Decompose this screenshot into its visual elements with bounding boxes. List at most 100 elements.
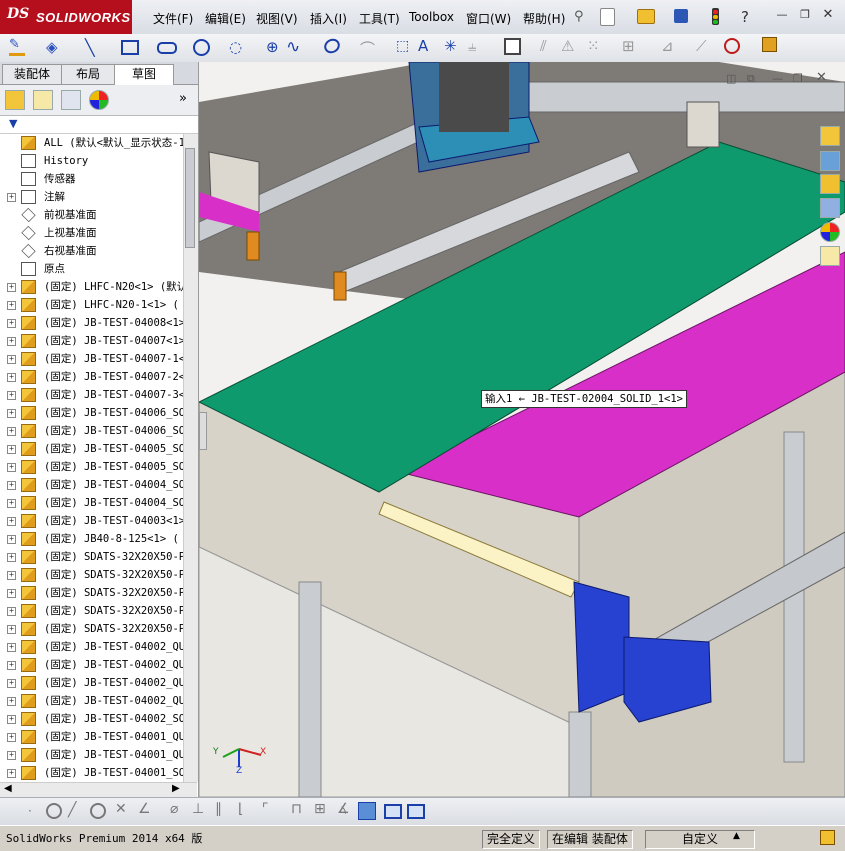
expand-toggle-icon[interactable]: + [7,697,16,706]
minimize-icon[interactable]: — [774,8,790,22]
tree-item[interactable]: + (固定) JB-TEST-04005_SO [0,440,183,458]
filter-bar[interactable]: ▼ [0,116,198,134]
tree-item[interactable]: 上视基准面 [0,224,183,242]
menu-window[interactable]: 窗口(W) [466,10,511,27]
expand-toggle-icon[interactable]: + [7,661,16,670]
expand-toggle-icon[interactable]: + [7,643,16,652]
quick-snaps-icon[interactable] [724,38,740,54]
corner-icon[interactable]: ⌊ [238,801,243,817]
section-view-icon[interactable] [407,804,425,819]
tree-item[interactable]: + (固定) JB-TEST-04002_SO [0,710,183,728]
tree-item[interactable]: + (固定) JB-TEST-04007-3< [0,386,183,404]
tree-item[interactable]: + (固定) LHFC-N20<1> (默认 [0,278,183,296]
tree-item[interactable]: + (固定) JB-TEST-04007-2< [0,368,183,386]
expand-toggle-icon[interactable]: + [7,769,16,778]
tree-horizontal-scrollbar[interactable]: ◀ ▶ [0,782,197,797]
expand-toggle-icon[interactable]: + [7,535,16,544]
tree-item[interactable]: + (固定) JB-TEST-04001_QU [0,728,183,746]
pin-icon[interactable]: ⚲ [574,9,584,24]
tree-item[interactable]: ALL (默认<默认_显示状态-1 [0,134,183,152]
expand-toggle-icon[interactable]: + [7,517,16,526]
tree-item[interactable]: + (固定) JB-TEST-04002_QU [0,656,183,674]
doc-minimize-icon[interactable]: — [772,72,783,85]
tree-item[interactable]: + (固定) JB-TEST-04005_SO [0,458,183,476]
menu-toolbox[interactable]: Toolbox [409,10,454,24]
expand-toggle-icon[interactable]: + [7,715,16,724]
intersection-icon[interactable]: ✕ [115,801,127,817]
plane-icon[interactable]: ⬚ [396,38,409,54]
split-view-icon[interactable]: ⧉ [747,72,755,86]
tangent-icon[interactable]: ⌀ [170,801,178,817]
tree-item[interactable]: 右视基准面 [0,242,183,260]
arc-icon[interactable]: ◌ [229,38,242,56]
line-icon[interactable]: ╲ [85,38,95,57]
linear-pattern-icon[interactable]: ⁙ [587,37,600,55]
trim-icon[interactable]: ⫨ [468,37,476,55]
polygon-icon[interactable]: ⊕ [266,38,279,56]
expand-panel-icon[interactable]: » [179,91,187,106]
expand-toggle-icon[interactable]: + [7,607,16,616]
tree-item[interactable]: + (固定) JB-TEST-04006_SO [0,404,183,422]
tree-item[interactable]: + (固定) SDATS-32X20X50-P [0,584,183,602]
panel-collapse-handle[interactable] [199,412,207,450]
tab-sketch[interactable]: 草图 [114,64,174,85]
tree-item[interactable]: + (固定) JB-TEST-04002_QU [0,638,183,656]
perpendicular-icon[interactable]: ⊥ [192,801,204,817]
tree-item[interactable]: + (固定) SDATS-32X20X50-P [0,566,183,584]
tree-item[interactable]: + (固定) JB40-8-125<1> ( [0,530,183,548]
expand-toggle-icon[interactable]: + [7,679,16,688]
new-document-icon[interactable] [600,8,615,26]
help-icon[interactable]: ? [741,8,749,26]
tree-item[interactable]: + (固定) JB-TEST-04004_SO [0,476,183,494]
tree-item[interactable]: + (固定) JB-TEST-04001_QU [0,746,183,764]
fillet-icon[interactable]: ⌒ [360,38,375,59]
expand-toggle-icon[interactable]: + [7,427,16,436]
convert-entities-icon[interactable] [504,38,521,55]
sketch-icon[interactable]: ✎ [9,38,25,56]
view-orientation-icon[interactable] [384,804,402,819]
circle-icon[interactable] [46,803,62,819]
split-view-icon[interactable]: ◫ [726,72,736,85]
feature-tree-icon[interactable] [5,90,25,110]
rebuild-icon[interactable] [712,8,719,25]
menu-insert[interactable]: 插入(I) [310,10,347,27]
expand-toggle-icon[interactable]: + [7,355,16,364]
tree-item[interactable]: + (固定) JB-TEST-04007<1> [0,332,183,350]
expand-toggle-icon[interactable]: + [7,319,16,328]
appearances-icon[interactable] [820,222,840,242]
relations-icon[interactable]: ⊿ [661,37,674,55]
expand-toggle-icon[interactable]: + [7,373,16,382]
tree-item[interactable]: + (固定) SDATS-32X20X50-P [0,602,183,620]
rebuild-notification-icon[interactable] [820,830,835,845]
expand-toggle-icon[interactable]: + [7,409,16,418]
file-explorer-icon[interactable] [820,198,840,218]
scroll-left-icon[interactable]: ◀ [4,783,12,794]
mirror-icon[interactable]: ⚠ [561,37,574,55]
slot-icon[interactable] [157,42,177,54]
open-folder-icon[interactable] [637,9,655,24]
grid-icon[interactable]: ⊞ [314,801,326,817]
expand-toggle-icon[interactable]: + [7,481,16,490]
circle-icon[interactable] [193,39,210,56]
home-icon[interactable] [820,126,840,146]
solidworks-logo[interactable]: DS SOLIDWORKS [0,0,132,34]
point-icon[interactable]: · [28,804,32,818]
menu-help[interactable]: 帮助(H) [523,10,565,27]
tree-item[interactable]: + (固定) JB-TEST-04006_SO [0,422,183,440]
tree-item[interactable]: + 注解 [0,188,183,206]
tree-item[interactable]: + (固定) JB-TEST-04001_SO [0,764,183,782]
expand-toggle-icon[interactable]: + [7,463,16,472]
line-icon[interactable]: ╱ [68,802,76,818]
assembly-model[interactable] [199,62,845,797]
units-dropdown-icon[interactable]: ▲ [733,831,740,841]
expand-toggle-icon[interactable]: + [7,499,16,508]
save-icon[interactable] [674,9,688,23]
tab-layout[interactable]: 布局 [61,64,115,84]
snap-icon[interactable]: ⊓ [291,801,302,817]
text-icon[interactable]: A [418,37,428,55]
configuration-manager-icon[interactable] [61,90,81,110]
angle-icon[interactable]: ∠ [138,801,151,817]
scroll-right-icon[interactable]: ▶ [172,783,180,794]
close-icon[interactable]: ✕ [820,8,836,22]
tree-item[interactable]: History [0,152,183,170]
